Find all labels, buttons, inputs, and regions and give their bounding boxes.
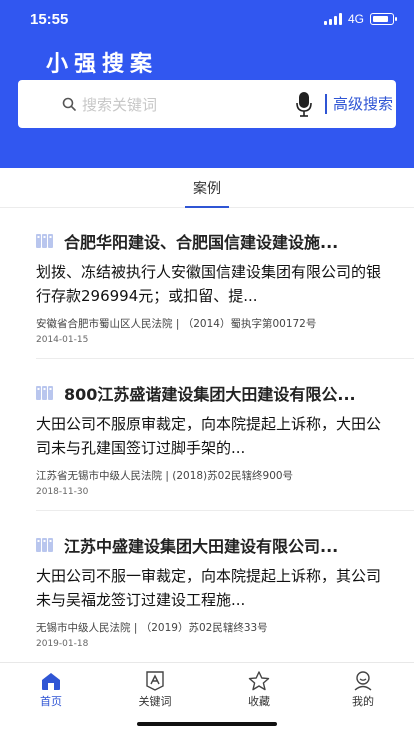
divider [36,510,414,511]
search-box[interactable]: 搜索关键词 高级搜索 [18,80,396,128]
header: 15:55 4G 小强搜案 搜索关键词 高级搜索 [0,0,414,168]
case-title-row: 合肥华阳建设、合肥国信建设建设施... [36,230,338,252]
network-type: 4G [347,12,364,26]
book-icon [36,538,53,552]
book-icon [36,386,53,400]
case-card[interactable]: 800江苏盛谐建设集团大田建设有限公... 大田公司不服原审裁定，向本院提起上诉… [18,362,414,512]
case-card[interactable]: 合肥华阳建设、合肥国信建设建设施... 划拨、冻结被执行人安徽国信建设集团有限公… [18,210,414,360]
case-number: (2018)苏02民辖终900号 [172,470,294,482]
home-icon [42,673,60,690]
case-summary: 大田公司不服一审裁定，向本院提起上诉称，其公司未与吴福龙签订过建设工程施... [36,567,382,609]
nav-profile-label: 我的 [352,695,374,708]
case-title-row: 江苏中盛建设集团大田建设有限公司... [36,534,338,556]
battery-icon [370,13,397,25]
case-card[interactable]: 江苏中盛建设集团大田建设有限公司... 大田公司不服一审裁定，向本院提起上诉称，… [18,514,396,664]
case-court: 安徽省合肥市蜀山区人民法院 [36,318,173,330]
search-icon [62,97,76,111]
book-icon [36,234,53,248]
microphone-icon[interactable] [295,91,313,117]
profile-icon [354,671,372,691]
status-bar: 15:55 4G [0,0,414,40]
tab-cases[interactable]: 案例 [0,178,414,198]
nav-home[interactable]: 首页 [6,663,96,713]
case-title: 合肥华阳建设、合肥国信建设建设施... [64,233,339,252]
tab-bar: 案例 [0,168,414,208]
star-icon [248,671,270,691]
status-indicators: 4G [323,12,397,26]
case-title: 江苏中盛建设集团大田建设有限公司... [64,537,339,556]
tab-active-indicator [185,206,229,208]
case-title-row: 800江苏盛谐建设集团大田建设有限公... [36,382,356,404]
nav-home-label: 首页 [40,695,62,708]
nav-profile[interactable]: 我的 [318,663,408,713]
case-summary: 大田公司不服原审裁定，向本院提起上诉称，大田公司未与孔建国签订过脚手架的... [36,415,382,457]
case-court: 无锡市中级人民法院 [36,622,131,634]
case-date: 2019-01-18 [36,639,89,649]
nav-favorites[interactable]: 收藏 [214,663,304,713]
advanced-search-button[interactable]: 高级搜索 [333,93,393,114]
case-meta: 无锡市中级人民法院 | （2019）苏02民辖终33号 [36,620,268,635]
divider [36,358,414,359]
case-title: 800江苏盛谐建设集团大田建设有限公... [64,385,356,404]
status-time: 15:55 [30,11,69,28]
case-meta: 安徽省合肥市蜀山区人民法院 | （2014）蜀执字第00172号 [36,316,316,331]
home-indicator [137,722,277,726]
search-input[interactable]: 搜索关键词 [82,94,157,115]
nav-keyword[interactable]: 关键词 [110,663,200,713]
case-number: （2019）苏02民辖终33号 [140,622,268,634]
keyword-icon [146,671,164,691]
nav-keyword-label: 关键词 [138,695,172,708]
case-meta: 江苏省无锡市中级人民法院 | (2018)苏02民辖终900号 [36,468,293,483]
meta-separator: | [133,622,138,634]
signal-icon [323,13,342,25]
case-date: 2018-11-30 [36,487,89,497]
app-title: 小强搜案 [46,52,159,77]
meta-separator: | [165,470,169,482]
search-divider [325,94,327,114]
case-court: 江苏省无锡市中级人民法院 [36,470,162,482]
case-date: 2014-01-15 [36,335,89,345]
meta-separator: | [175,318,180,330]
nav-favorites-label: 收藏 [248,695,270,708]
case-summary: 划拨、冻结被执行人安徽国信建设集团有限公司的银行存款296994元；或扣留、提.… [36,263,382,305]
case-number: （2014）蜀执字第00172号 [182,318,317,330]
